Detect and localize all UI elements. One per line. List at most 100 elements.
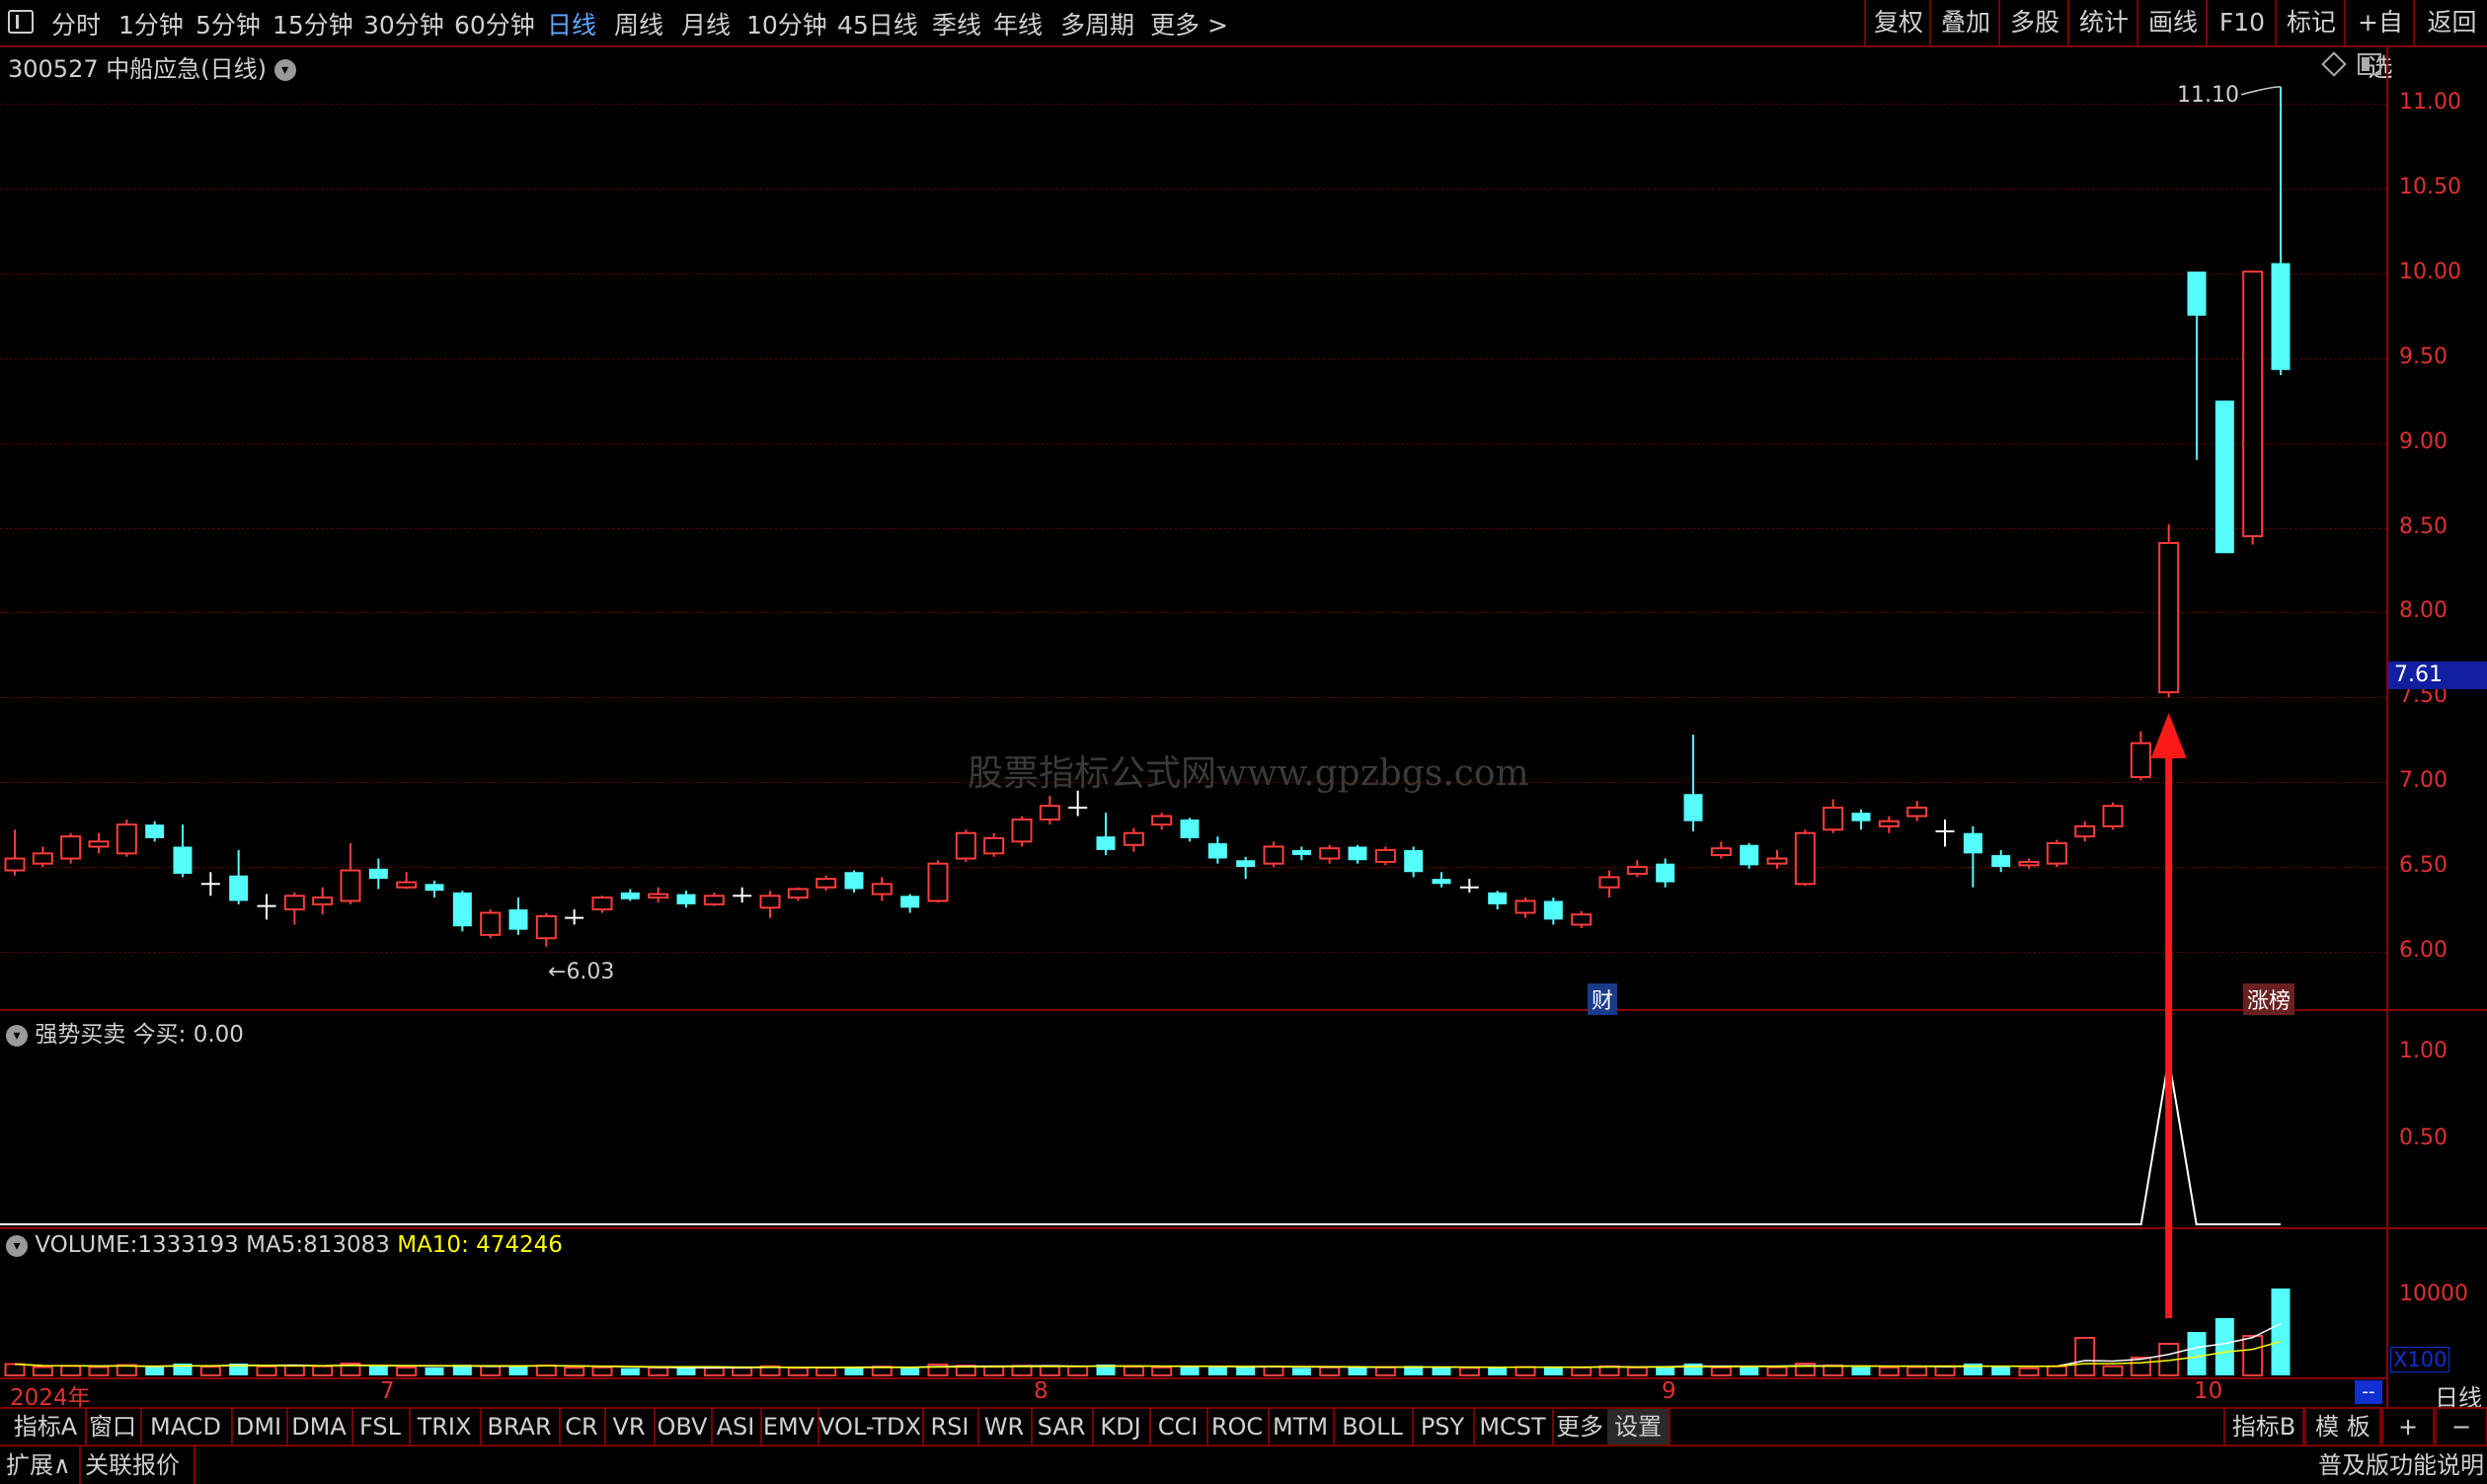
indicator-tab-1[interactable]: 窗口 xyxy=(85,1409,142,1445)
volume-bar xyxy=(1374,1366,1396,1377)
indicator-tab-14[interactable]: RSI xyxy=(922,1409,979,1445)
volume-bar xyxy=(2242,1335,2264,1376)
candle-body xyxy=(1683,794,1703,821)
candle-body xyxy=(591,897,613,911)
indicator-tab-10[interactable]: OBV xyxy=(654,1409,713,1445)
candle-body xyxy=(927,862,949,902)
indicator-tab-6[interactable]: TRIX xyxy=(409,1409,482,1445)
indicator-tab-4[interactable]: DMA xyxy=(286,1409,353,1445)
expand-button[interactable]: 扩展∧ xyxy=(6,1446,81,1484)
volume-bar xyxy=(1432,1367,1451,1375)
volume-bar xyxy=(1319,1366,1341,1377)
indicator-line xyxy=(0,1057,2281,1225)
indicator-tab-22[interactable]: PSY xyxy=(1412,1409,1475,1445)
volume-bar xyxy=(564,1367,585,1376)
candle-body xyxy=(368,868,388,880)
volume-bar xyxy=(4,1363,26,1376)
candle-body xyxy=(1039,805,1060,820)
indicator-right-button-1[interactable]: 模 板 xyxy=(2304,1409,2381,1445)
indicator-tab-13[interactable]: VOL-TDX xyxy=(817,1409,924,1445)
indicator-tab-9[interactable]: VR xyxy=(604,1409,656,1445)
volume-bar xyxy=(1207,1366,1227,1375)
candle-body xyxy=(1432,879,1451,885)
volume-bar xyxy=(368,1366,388,1375)
ma10-value: 474246 xyxy=(476,1232,563,1258)
indicator-tab-19[interactable]: ROC xyxy=(1206,1409,1270,1445)
cai-marker[interactable]: 财 xyxy=(1588,983,1618,1015)
indicator-tab-11[interactable]: ASI xyxy=(711,1409,762,1445)
volume-bar xyxy=(1515,1366,1536,1376)
signal-arrow-head xyxy=(2150,713,2187,758)
volume-bar xyxy=(676,1367,696,1375)
candle-body xyxy=(1626,866,1648,875)
candle-body xyxy=(1878,820,1900,827)
volume-bar xyxy=(1963,1364,1982,1375)
indicator-right-button-3[interactable]: − xyxy=(2435,1409,2487,1445)
candle-body xyxy=(145,824,165,838)
indicator-tab-24[interactable]: 更多 xyxy=(1552,1409,1609,1445)
volume-chevron-icon[interactable]: ▾ xyxy=(6,1234,28,1257)
volume-header: ▾ VOLUME:1333193 MA5:813083 MA10: 474246 xyxy=(6,1232,563,1258)
volume-bar xyxy=(1236,1367,1256,1375)
volume-bar xyxy=(2187,1332,2207,1375)
volume-bar xyxy=(1123,1366,1144,1376)
indicator-tab-7[interactable]: BRAR xyxy=(480,1409,561,1445)
candle-body xyxy=(2046,842,2067,865)
zhangbang-marker[interactable]: 涨榜 xyxy=(2243,983,2295,1015)
volume-bar xyxy=(703,1367,725,1377)
high-price-label: 11.10 xyxy=(2177,83,2239,108)
candle-body xyxy=(312,897,334,905)
indicator-tab-8[interactable]: CR xyxy=(559,1409,606,1445)
indicator-tab-12[interactable]: EMV xyxy=(760,1409,819,1445)
indicator-chevron-icon[interactable]: ▾ xyxy=(6,1024,28,1047)
volume-bar xyxy=(88,1366,110,1376)
feature-info-link[interactable]: 普及版功能说明 xyxy=(2318,1446,2484,1484)
indicator-tab-25[interactable]: 设置 xyxy=(1607,1409,1671,1445)
indicator-tab-3[interactable]: DMI xyxy=(231,1409,288,1445)
indicator-tab-20[interactable]: MTM xyxy=(1268,1409,1335,1445)
date-label-7: 7 xyxy=(380,1378,395,1404)
candle-body xyxy=(1571,913,1593,926)
status-bar: 扩展∧ 关联报价 普及版功能说明 xyxy=(0,1445,2487,1484)
indicator-tab-17[interactable]: KDJ xyxy=(1092,1409,1151,1445)
candle-body xyxy=(1011,818,1033,843)
indicator-right-button-0[interactable]: 指标B xyxy=(2223,1409,2304,1445)
candle-body xyxy=(60,835,82,860)
indicator-today-value: 0.00 xyxy=(193,1022,244,1048)
candle-body xyxy=(2242,271,2264,538)
volume-bar xyxy=(2018,1367,2040,1377)
volume-bar xyxy=(1823,1365,1844,1376)
volume-bar xyxy=(1683,1364,1703,1375)
date-scroll-marker[interactable]: -- xyxy=(2355,1380,2382,1404)
candle-body xyxy=(1263,845,1284,865)
volume-bar xyxy=(1851,1367,1871,1375)
ma5-label: MA5: xyxy=(246,1232,304,1258)
indicator-tab-18[interactable]: CCI xyxy=(1149,1409,1208,1445)
candle-body xyxy=(703,895,725,905)
volume-bar xyxy=(283,1365,305,1376)
candle-body xyxy=(1236,860,1256,868)
candle-body xyxy=(955,831,976,860)
candle-body xyxy=(452,892,472,927)
related-quote-button[interactable]: 关联报价 xyxy=(85,1446,195,1484)
volume-bar xyxy=(900,1367,920,1375)
indicator-tab-2[interactable]: MACD xyxy=(140,1409,233,1445)
indicator-tab-23[interactable]: MCST xyxy=(1473,1409,1554,1445)
candle-body xyxy=(2158,541,2180,694)
indicator-tab-0[interactable]: 指标A xyxy=(6,1409,87,1445)
date-label-10: 10 xyxy=(2194,1378,2223,1404)
volume-multiplier-text: X100 xyxy=(2393,1348,2448,1371)
date-axis xyxy=(0,1377,2386,1409)
indicator-tab-5[interactable]: FSL xyxy=(351,1409,411,1445)
volume-value: 1333193 xyxy=(137,1232,239,1258)
indicator-tab-21[interactable]: BOLL xyxy=(1333,1409,1414,1445)
candle-body xyxy=(1851,813,1871,821)
indicator-right-button-2[interactable]: + xyxy=(2381,1409,2435,1445)
candle-body xyxy=(2130,742,2151,779)
volume-bar xyxy=(425,1367,444,1375)
volume-bar xyxy=(480,1365,502,1376)
candle-body xyxy=(340,869,361,902)
indicator-tab-16[interactable]: SAR xyxy=(1031,1409,1094,1445)
volume-bar xyxy=(199,1366,221,1376)
indicator-tab-15[interactable]: WR xyxy=(977,1409,1033,1445)
